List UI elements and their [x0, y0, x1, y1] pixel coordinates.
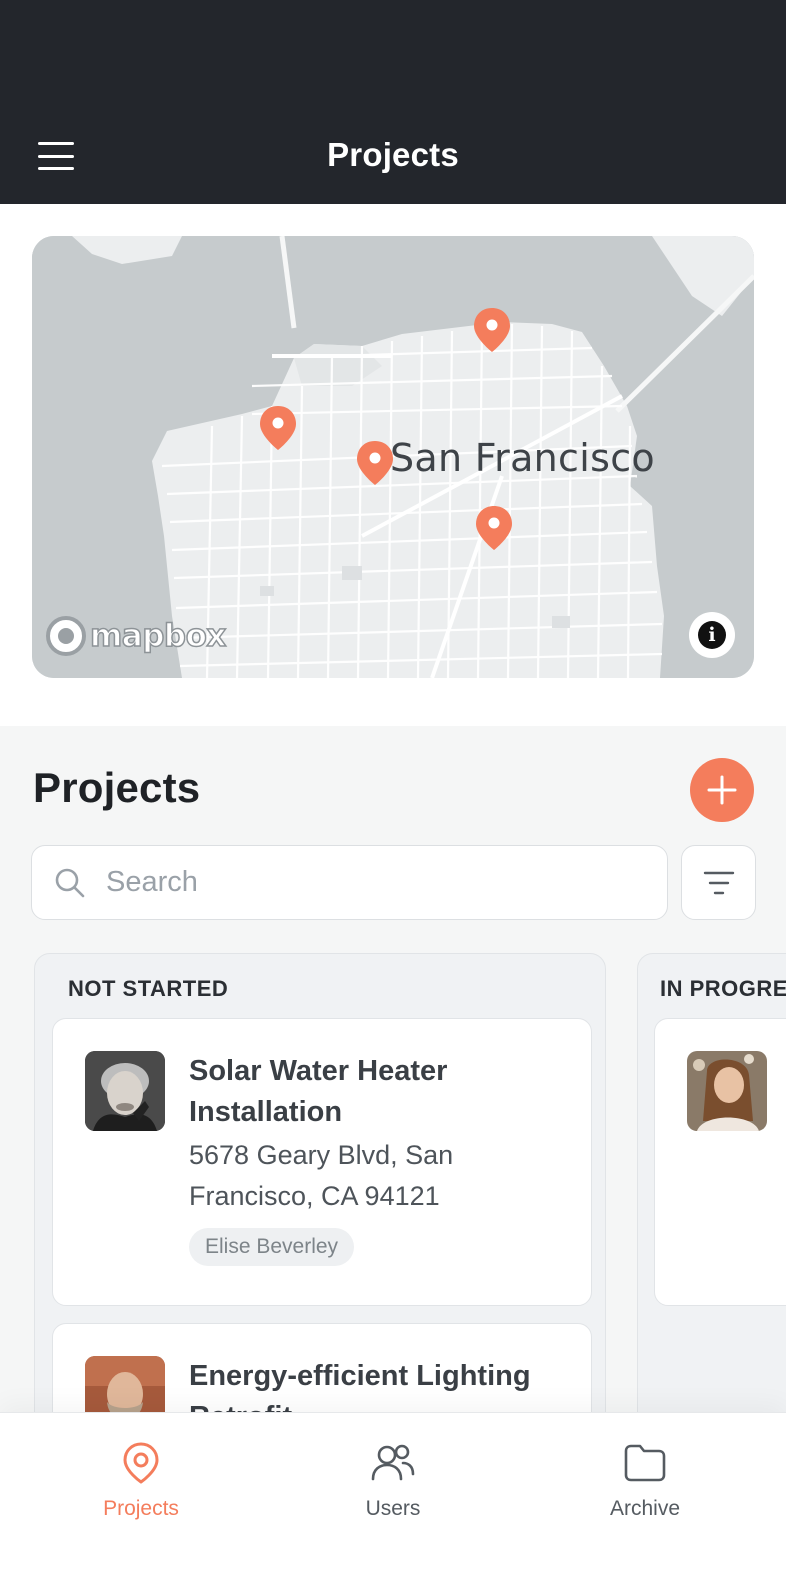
users-icon — [371, 1444, 415, 1481]
map-pin-icon — [123, 1442, 159, 1484]
nav-item-projects[interactable]: Projects — [61, 1441, 221, 1521]
column-title: IN PROGRESS — [660, 976, 786, 1001]
search-input[interactable] — [106, 866, 626, 899]
projects-section-title: Projects — [33, 764, 201, 811]
kanban-column-not-started: NOT STARTED Solar Water Heater Installat… — [34, 953, 606, 1473]
folder-icon — [624, 1444, 666, 1482]
nav-item-users[interactable]: Users — [313, 1441, 473, 1521]
avatar — [85, 1051, 165, 1131]
nav-item-label: Users — [365, 1497, 421, 1520]
mapbox-logo-text: mapbox — [89, 617, 227, 655]
assignee-tag: Elise Beverley — [189, 1228, 355, 1266]
info-icon: i — [698, 621, 726, 649]
filter-icon — [703, 871, 734, 894]
nav-item-label: Archive — [609, 1497, 681, 1520]
search-icon — [55, 868, 85, 897]
add-project-button[interactable] — [690, 758, 754, 822]
project-address: 5678 Geary Blvd, San Francisco, CA 94121 — [189, 1140, 454, 1211]
project-card[interactable]: Solar Water Heater Installation 5678 Gea… — [52, 1018, 592, 1306]
project-title: Solar Water Heater Installation — [189, 1055, 448, 1128]
mapbox-logo-icon — [46, 616, 86, 656]
nav-item-archive[interactable]: Archive — [565, 1441, 725, 1521]
map-pin-icon[interactable] — [258, 404, 298, 452]
column-title: NOT STARTED — [68, 976, 229, 1001]
nav-item-label: Projects — [103, 1497, 179, 1520]
map-pin-icon[interactable] — [474, 504, 514, 552]
search-field[interactable] — [31, 845, 668, 920]
map-city-label: San Francisco — [390, 436, 655, 480]
bottom-navigation: Projects Users Archive — [0, 1412, 786, 1592]
plus-icon — [707, 775, 737, 805]
project-card[interactable] — [654, 1018, 786, 1306]
map-pin-icon[interactable] — [472, 306, 512, 354]
map-section: San Francisco mapbox i — [0, 204, 786, 726]
page-title: Projects — [327, 136, 459, 173]
kanban-column-in-progress: IN PROGRESS — [637, 953, 786, 1473]
mapbox-logo[interactable]: mapbox — [46, 616, 227, 656]
project-map[interactable]: San Francisco mapbox i — [32, 236, 754, 678]
map-pin-icon[interactable] — [355, 439, 395, 487]
top-app-bar: Projects — [0, 0, 786, 204]
app-screen: Projects San Francisco mapbox i Projects… — [0, 0, 786, 1592]
map-info-button[interactable]: i — [689, 612, 735, 658]
filter-button[interactable] — [681, 845, 756, 920]
avatar — [687, 1051, 767, 1131]
